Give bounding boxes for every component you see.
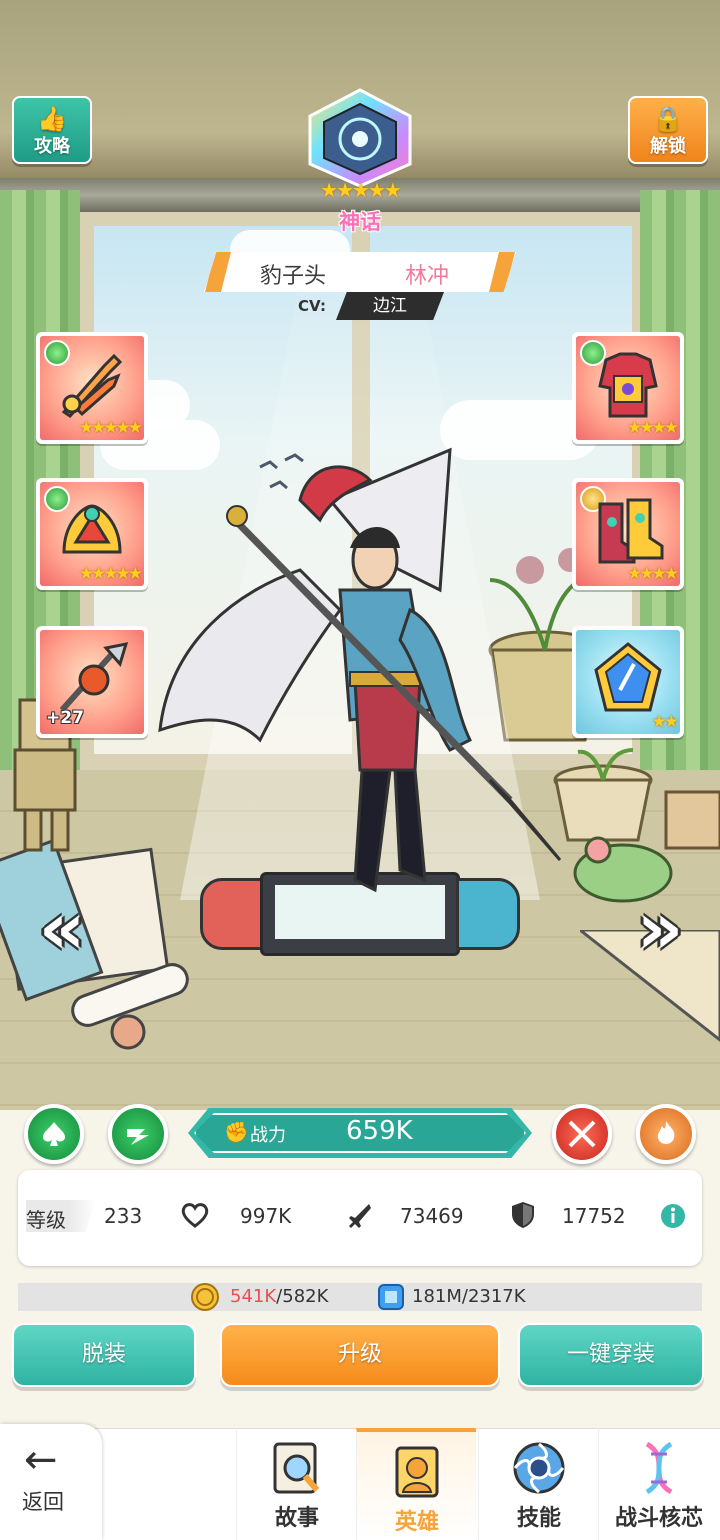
class-icon[interactable] xyxy=(108,1104,168,1164)
fist-icon: ✊ xyxy=(224,1120,249,1144)
hero-character-art[interactable] xyxy=(150,440,570,920)
gold-current: 541K xyxy=(230,1286,277,1307)
wind-icon xyxy=(127,1129,149,1145)
tab-hero-label: 英雄 xyxy=(394,1510,439,1535)
equip-slot-spear[interactable]: +27 xyxy=(36,626,148,738)
equip-slot-armor[interactable]: ★★★★ xyxy=(572,332,684,444)
power-value: 659K xyxy=(346,1116,413,1146)
guide-button[interactable]: 👍 攻略 xyxy=(12,96,92,164)
level-label: 等级 xyxy=(26,1208,66,1232)
next-hero-button[interactable]: » xyxy=(630,888,690,968)
guide-label: 攻略 xyxy=(34,136,70,157)
battle-core-icon xyxy=(645,1441,673,1495)
crystal-icon xyxy=(594,642,662,712)
faction-icon[interactable] xyxy=(24,1104,84,1164)
helmet-icon xyxy=(62,504,122,554)
enhance-level: +27 xyxy=(46,708,84,728)
hero-title: 豹子头 xyxy=(259,264,326,289)
cv-name: 边江 xyxy=(336,292,444,320)
back-arrow-icon: ← xyxy=(24,1437,58,1483)
exp-resource: 181M/2317K xyxy=(412,1286,526,1307)
item-stars: ★★ xyxy=(651,712,680,732)
item-stars: ★★★★ xyxy=(627,564,679,584)
tab-story-label: 故事 xyxy=(274,1506,319,1531)
resource-bar xyxy=(18,1283,702,1311)
hp-value: 997K xyxy=(240,1204,292,1228)
spade-icon xyxy=(43,1122,65,1146)
rank-stars: ★★★★★ xyxy=(320,178,402,202)
skill-icon xyxy=(513,1442,565,1494)
tab-skill[interactable]: 技能 xyxy=(478,1428,598,1540)
info-icon[interactable] xyxy=(660,1203,686,1229)
back-label: 返回 xyxy=(22,1490,64,1514)
sword-stat-icon xyxy=(349,1204,371,1228)
story-icon xyxy=(273,1442,320,1494)
tab-story[interactable]: 故事 xyxy=(236,1428,356,1540)
shield-icon xyxy=(512,1202,534,1228)
equip-all-button[interactable]: 一键穿装 xyxy=(518,1323,704,1387)
tab-battle-core-label: 战斗核芯 xyxy=(614,1506,703,1531)
armor-icon xyxy=(598,352,658,418)
combat-power-bar: ✊ 战力 659K xyxy=(188,1108,532,1158)
swords-icon xyxy=(568,1120,596,1148)
prev-hero-button[interactable]: « xyxy=(32,888,92,968)
level-value: 233 xyxy=(104,1204,143,1228)
tab-skill-label: 技能 xyxy=(516,1506,561,1531)
crossed-swords-icon[interactable] xyxy=(552,1104,612,1164)
thumbs-up-icon: 👍 xyxy=(37,105,67,133)
gold-required: /582K xyxy=(276,1286,329,1307)
rank-emblem-icon[interactable] xyxy=(302,88,418,188)
unlock-label: 解锁 xyxy=(650,136,686,157)
rarity-label: 神话 xyxy=(339,210,381,234)
exp-crystal-icon xyxy=(378,1284,404,1310)
tab-hero[interactable]: 英雄 xyxy=(356,1428,476,1540)
boots-icon xyxy=(598,498,664,564)
power-label: 战力 xyxy=(250,1125,286,1146)
item-stars: ★★★★ xyxy=(627,418,679,438)
defense-value: 17752 xyxy=(562,1204,626,1228)
gold-coin-icon xyxy=(191,1283,219,1311)
equip-slot-boots[interactable]: ★★★★ xyxy=(572,478,684,590)
item-stars: ★★★★★ xyxy=(78,418,143,438)
unequip-button[interactable]: 脱装 xyxy=(12,1323,196,1387)
heart-icon xyxy=(181,1203,209,1228)
upgrade-button[interactable]: 升级 xyxy=(220,1323,500,1387)
item-stars: ★★★★★ xyxy=(78,564,143,584)
birds-decoration xyxy=(259,453,304,490)
hero-icon xyxy=(395,1446,439,1498)
gold-resource: 541K/582K xyxy=(230,1286,328,1307)
equip-slot-helmet[interactable]: ★★★★★ xyxy=(36,478,148,590)
fire-icon xyxy=(657,1121,675,1144)
spear-icon xyxy=(59,642,129,712)
hero-name: 林冲 xyxy=(404,264,449,289)
equip-slot-crystal[interactable]: ★★ xyxy=(572,626,684,738)
flame-icon[interactable] xyxy=(636,1104,696,1164)
lock-icon: 🔒 xyxy=(653,105,683,133)
unlock-button[interactable]: 🔒 解锁 xyxy=(628,96,708,164)
attack-value: 73469 xyxy=(400,1204,464,1228)
wooden-box xyxy=(664,790,720,850)
cv-label: CV: xyxy=(298,297,326,315)
tab-battle-core[interactable]: 战斗核芯 xyxy=(598,1428,718,1540)
sword-icon xyxy=(61,353,123,418)
equip-slot-weapon[interactable]: ★★★★★ xyxy=(36,332,148,444)
